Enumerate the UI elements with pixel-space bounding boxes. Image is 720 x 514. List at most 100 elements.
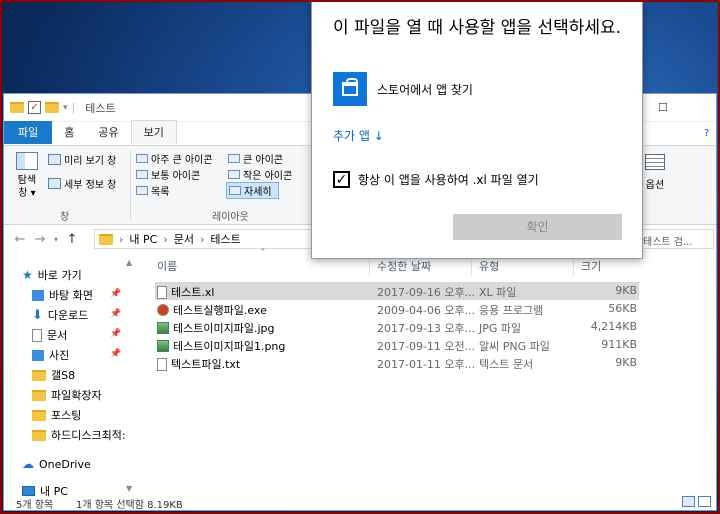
store-option[interactable]: 스토어에서 앱 찾기 xyxy=(377,81,473,98)
search-input[interactable]: 테스트 검... xyxy=(638,229,714,249)
file-type: JPG 파일 xyxy=(479,322,522,335)
nav-item-label: 다운로드 xyxy=(47,309,89,322)
always-use-checkbox[interactable]: ✓ xyxy=(333,171,350,188)
details-icon xyxy=(229,186,241,195)
layout-large-icons[interactable]: 큰 아이콘 xyxy=(228,151,283,166)
document-icon xyxy=(157,285,167,299)
nav-item-pictures[interactable]: 사진 xyxy=(32,345,69,365)
file-type: 알씨 PNG 파일 xyxy=(479,340,550,353)
star-icon: ★ xyxy=(22,268,33,282)
table-row[interactable]: 테스트이미지파일.jpg 2017-09-13 오후... JPG 파일 4,2… xyxy=(155,318,639,336)
layout-extra-large-icons[interactable]: 아주 큰 아이콘 xyxy=(136,151,213,166)
tab-view[interactable]: 보기 xyxy=(130,120,177,144)
pin-icon: 📌 xyxy=(110,289,122,299)
nav-item-folder[interactable]: 갤S8 xyxy=(32,365,75,385)
preview-pane-label: 미리 보기 창 xyxy=(64,156,117,167)
nav-item-label: 바탕 화면 xyxy=(49,289,93,302)
ok-button[interactable]: 확인 xyxy=(453,214,622,240)
table-row[interactable]: 텍스트파일.txt 2017-01-11 오후... 텍스트 문서 9KB xyxy=(155,354,639,372)
maximize-icon[interactable]: ☐ xyxy=(658,101,668,114)
folder-icon xyxy=(99,233,113,245)
file-type: 응용 프로그램 xyxy=(479,304,544,317)
file-date: 2017-09-16 오후... xyxy=(377,286,476,299)
column-header-size[interactable]: 크기 xyxy=(581,258,601,278)
layout-list[interactable]: 목록 xyxy=(136,183,169,198)
back-arrow-icon[interactable]: ← xyxy=(10,232,30,247)
breadcrumb-current-folder[interactable]: 테스트 xyxy=(210,231,240,247)
column-divider[interactable] xyxy=(471,256,472,276)
nav-scrollbar[interactable]: ▲ ▼ xyxy=(126,258,134,496)
breadcrumb-this-pc[interactable]: 내 PC xyxy=(129,231,157,247)
nav-item-documents[interactable]: 문서 xyxy=(32,325,67,345)
column-divider[interactable] xyxy=(573,256,574,276)
column-header-name[interactable]: 이름 xyxy=(157,258,177,278)
quick-access-toolbar-dropdown-icon[interactable]: ▾ xyxy=(63,103,68,113)
folder-icon xyxy=(32,369,46,381)
medium-icons-icon xyxy=(136,170,148,179)
details-pane-button[interactable]: 세부 정보 창 xyxy=(48,176,116,191)
tab-home[interactable]: 홈 xyxy=(52,121,86,144)
address-bar[interactable]: › 내 PC › 문서 › 테스트 xyxy=(94,229,314,249)
image-icon xyxy=(157,322,169,334)
layout-extra-large-label: 아주 큰 아이콘 xyxy=(151,155,213,166)
layout-details[interactable]: 자세히 xyxy=(226,182,279,199)
file-date: 2017-09-11 오전... xyxy=(377,340,476,353)
scroll-up-icon[interactable]: ▲ xyxy=(126,258,132,267)
column-header-type[interactable]: 유형 xyxy=(479,258,499,278)
layout-small-icons[interactable]: 작은 아이콘 xyxy=(228,167,292,182)
up-arrow-icon[interactable]: ↑ xyxy=(62,232,82,247)
details-view-icon[interactable] xyxy=(682,496,695,507)
always-use-row[interactable]: ✓ 항상 이 앱을 사용하여 .xl 파일 열기 xyxy=(333,171,539,188)
nav-item-desktop[interactable]: 바탕 화면 xyxy=(32,285,93,305)
large-icons-icon xyxy=(228,154,240,163)
column-header-date[interactable]: 수정한 날짜 xyxy=(377,258,431,278)
sort-chevron-icon: ⌃ xyxy=(259,248,267,258)
properties-icon[interactable]: ✓ xyxy=(28,101,41,114)
navigation-pane-button[interactable]: 탐색 창 ▾ xyxy=(12,152,42,200)
nav-item-folder[interactable]: 포스팅 xyxy=(32,405,81,425)
nav-onedrive[interactable]: ☁ OneDrive xyxy=(22,454,91,474)
layout-large-label: 큰 아이콘 xyxy=(243,155,283,166)
exe-icon xyxy=(157,304,169,316)
tab-file[interactable]: 파일 xyxy=(4,121,53,144)
status-item-count: 5개 항목 xyxy=(16,500,54,511)
open-with-dialog: 이 파일을 열 때 사용할 앱을 선택하세요. 스토어에서 앱 찾기 추가 앱 … xyxy=(311,0,643,259)
layout-medium-icons[interactable]: 보통 아이콘 xyxy=(136,167,200,182)
large-icons-view-icon[interactable] xyxy=(698,496,711,507)
navigation-pane-label: 탐색 xyxy=(17,175,37,186)
cloud-icon: ☁ xyxy=(22,457,34,471)
file-name: 테스트이미지파일.jpg xyxy=(173,322,275,335)
forward-arrow-icon[interactable]: → xyxy=(30,232,50,247)
tab-share[interactable]: 공유 xyxy=(86,121,130,144)
breadcrumb-documents[interactable]: 문서 xyxy=(174,231,194,247)
nav-item-folder[interactable]: 하드디스크최적: xyxy=(32,425,126,445)
nav-item-label: 사진 xyxy=(49,349,70,362)
always-use-label: 항상 이 앱을 사용하여 .xl 파일 열기 xyxy=(358,173,539,187)
folder-icon xyxy=(10,102,24,113)
navigation-pane-icon xyxy=(16,152,38,170)
options-button[interactable]: 옵션 xyxy=(640,154,670,191)
more-apps-link[interactable]: 추가 앱 ↓ xyxy=(333,127,384,144)
nav-item-downloads[interactable]: ⬇ 다운로드 xyxy=(32,305,88,325)
column-divider[interactable] xyxy=(369,256,370,276)
table-row[interactable]: 테스트.xl 2017-09-16 오후... XL 파일 9KB xyxy=(155,282,639,300)
store-icon[interactable] xyxy=(333,72,367,106)
file-name: 테스트.xl xyxy=(171,286,215,299)
nav-item-folder[interactable]: 파일확장자 xyxy=(32,385,102,405)
nav-item-label: 문서 xyxy=(47,329,68,342)
nav-item-label: 파일확장자 xyxy=(51,389,102,402)
pin-icon: 📌 xyxy=(110,329,122,339)
recent-locations-icon[interactable]: ▾ xyxy=(50,235,62,244)
file-size: 9KB xyxy=(615,284,637,297)
new-folder-icon[interactable] xyxy=(45,102,59,113)
documents-icon xyxy=(32,328,42,342)
scroll-down-icon[interactable]: ▼ xyxy=(126,484,132,493)
table-row[interactable]: 테스트이미지파일1.png 2017-09-11 오전... 알씨 PNG 파일… xyxy=(155,336,639,354)
help-icon[interactable]: ? xyxy=(704,128,709,139)
table-row[interactable]: 테스트실행파일.exe 2009-04-06 오후... 응용 프로그램 56K… xyxy=(155,300,639,318)
file-name: 테스트이미지파일1.png xyxy=(173,340,286,353)
window-title: 테스트 xyxy=(85,101,116,115)
nav-quick-access[interactable]: ★ 바로 가기 xyxy=(22,265,82,285)
preview-pane-button[interactable]: 미리 보기 창 xyxy=(48,152,116,167)
options-icon xyxy=(645,154,665,170)
